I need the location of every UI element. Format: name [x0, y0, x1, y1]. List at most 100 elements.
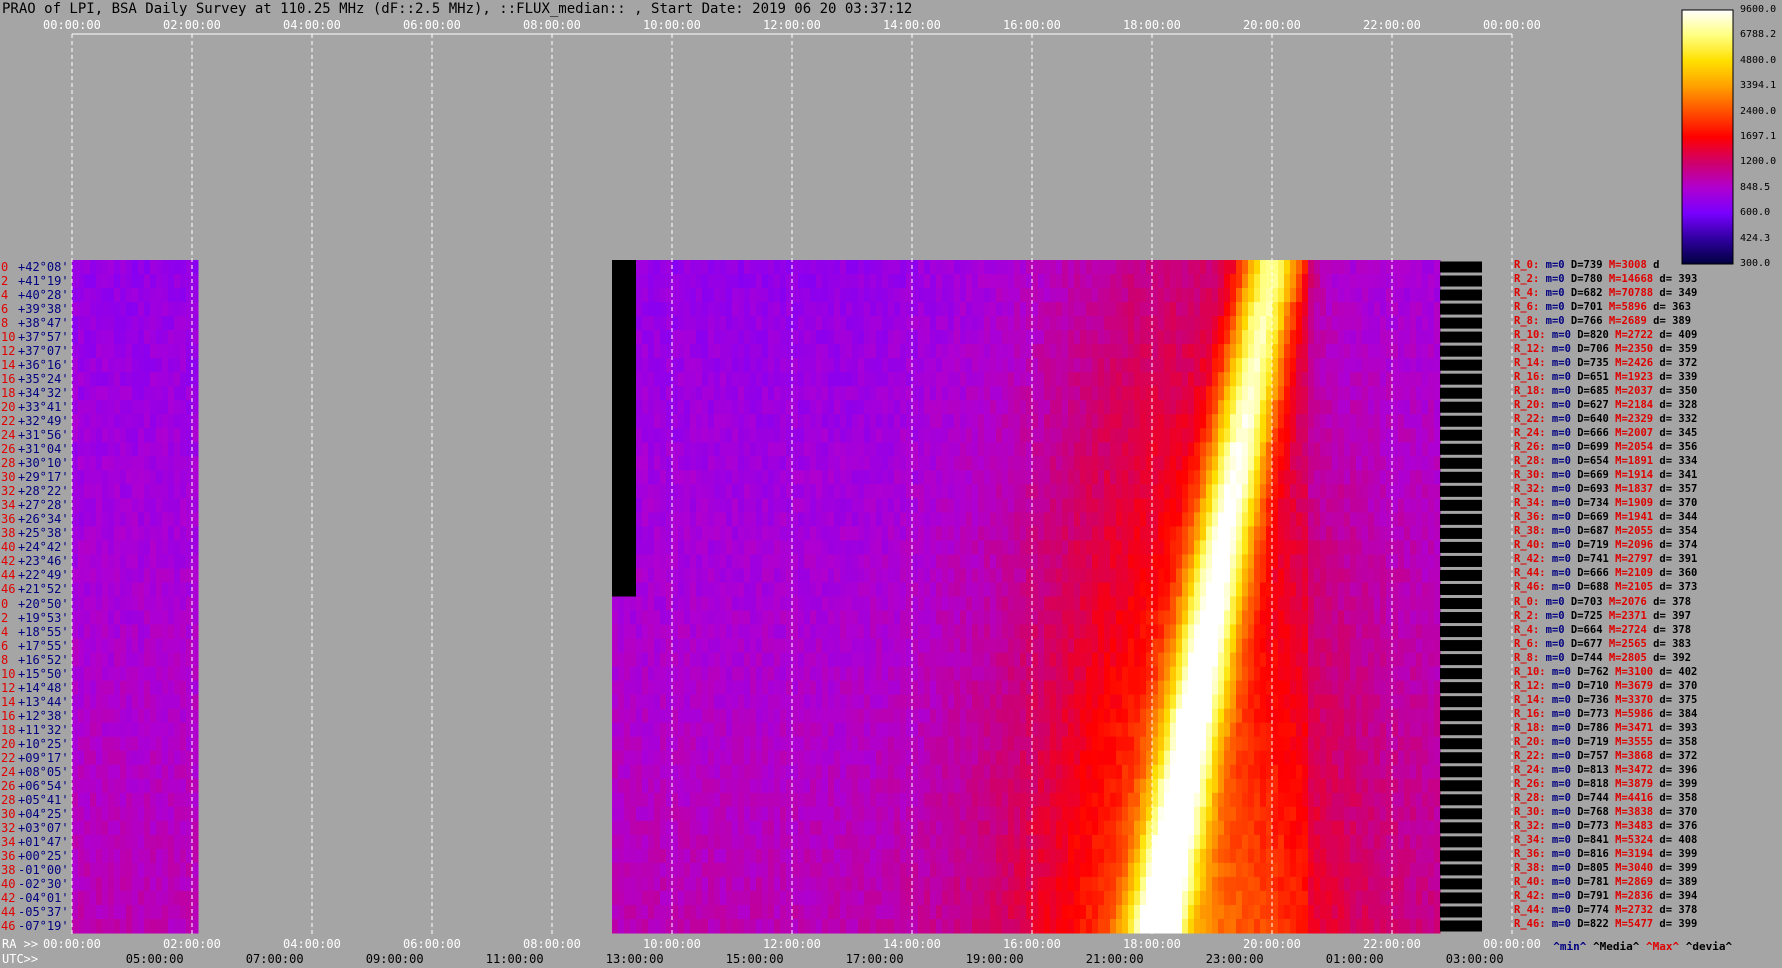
heatmap-cell [1080, 680, 1087, 696]
heatmap-cell [612, 624, 619, 639]
heatmap-cell [642, 372, 649, 387]
heatmap-cell [1326, 330, 1333, 345]
heatmap-cell [702, 554, 709, 569]
heatmap-cell [738, 554, 745, 569]
heatmap-cell [828, 582, 835, 597]
heatmap-cell [1176, 638, 1183, 654]
heatmap-cell [846, 484, 853, 499]
heatmap-cell [1332, 484, 1339, 499]
heatmap-cell [900, 260, 907, 275]
heatmap-cell [930, 610, 937, 625]
heatmap-cell [882, 372, 889, 387]
heatmap-cell [996, 582, 1003, 597]
heatmap-cell [1068, 666, 1075, 682]
heatmap-cell [126, 652, 133, 668]
heatmap-cell [696, 414, 703, 429]
heatmap-cell [624, 456, 631, 471]
heatmap-cell [1314, 428, 1321, 443]
heatmap-cell [1056, 442, 1063, 457]
heatmap-cell [864, 638, 871, 654]
heatmap-cell [1200, 610, 1207, 625]
heatmap-cell [996, 442, 1003, 457]
heatmap-cell [138, 498, 145, 513]
heatmap-cell [1428, 428, 1435, 443]
heatmap-cell [1164, 428, 1171, 443]
heatmap-cell [1200, 680, 1207, 696]
heatmap-cell [1002, 442, 1009, 457]
heatmap-cell [684, 288, 691, 303]
heatmap-cell [156, 358, 163, 373]
heatmap-cell [84, 680, 91, 696]
heatmap-cell [768, 498, 775, 513]
heatmap-cell [1140, 666, 1147, 682]
heatmap-cell [1320, 526, 1327, 541]
heatmap-cell [1206, 512, 1213, 527]
heatmap-cell [1344, 428, 1351, 443]
heatmap-cell [1074, 680, 1081, 696]
heatmap-cell [1416, 568, 1423, 583]
heatmap-cell [1008, 470, 1015, 485]
heatmap-cell [900, 596, 907, 611]
heatmap-cell [834, 582, 841, 597]
heatmap-cell [1194, 288, 1201, 303]
heatmap-cell [672, 568, 679, 583]
heatmap-cell [816, 302, 823, 317]
heatmap-cell [648, 484, 655, 499]
heatmap-cell [1392, 470, 1399, 485]
heatmap-cell [960, 638, 967, 654]
heatmap-cell [1422, 442, 1429, 457]
heatmap-cell [984, 442, 991, 457]
heatmap-cell [1224, 554, 1231, 569]
heatmap-cell [996, 302, 1003, 317]
heatmap-cell [1062, 582, 1069, 597]
heatmap-cell [1284, 638, 1291, 654]
heatmap-cell [732, 414, 739, 429]
heatmap-cell [108, 498, 115, 513]
heatmap-cell [636, 610, 643, 625]
heatmap-cell [1254, 344, 1261, 359]
heatmap-cell [1170, 624, 1177, 639]
heatmap-cell [1092, 288, 1099, 303]
heatmap-cell [1014, 260, 1021, 275]
heatmap-cell [894, 456, 901, 471]
mask-cell [1440, 317, 1482, 329]
heatmap-cell [1074, 624, 1081, 639]
heatmap-cell [834, 372, 841, 387]
heatmap-cell [918, 680, 925, 696]
heatmap-cell [978, 372, 985, 387]
heatmap-cell [1404, 624, 1411, 639]
heatmap-cell [1134, 666, 1141, 682]
heatmap-cell [762, 288, 769, 303]
heatmap-cell [150, 442, 157, 457]
heatmap-cell [924, 540, 931, 555]
heatmap-cell [1218, 582, 1225, 597]
heatmap-cell [108, 596, 115, 611]
heatmap-cell [1056, 302, 1063, 317]
heatmap-cell [996, 638, 1003, 654]
heatmap-cell [102, 344, 109, 359]
heatmap-cell [1302, 526, 1309, 541]
heatmap-cell [1374, 386, 1381, 401]
heatmap-cell [1194, 568, 1201, 583]
heatmap-cell [642, 596, 649, 611]
heatmap-cell [858, 596, 865, 611]
heatmap-cell [1104, 554, 1111, 569]
heatmap-cell [672, 596, 679, 611]
heatmap-cell [114, 498, 121, 513]
heatmap-cell [1056, 596, 1063, 611]
heatmap-cell [1356, 652, 1363, 668]
heatmap-cell [792, 582, 799, 597]
heatmap-cell [1326, 386, 1333, 401]
heatmap-cell [972, 274, 979, 289]
heatmap-cell [1254, 484, 1261, 499]
heatmap-cell [870, 386, 877, 401]
heatmap-cell [1128, 652, 1135, 668]
heatmap-cell [702, 400, 709, 415]
heatmap-cell [168, 554, 175, 569]
heatmap-cell [1422, 358, 1429, 373]
heatmap-cell [1230, 610, 1237, 625]
heatmap-cell [1404, 330, 1411, 345]
heatmap-cell [936, 540, 943, 555]
heatmap-cell [828, 288, 835, 303]
heatmap-cell [1134, 302, 1141, 317]
